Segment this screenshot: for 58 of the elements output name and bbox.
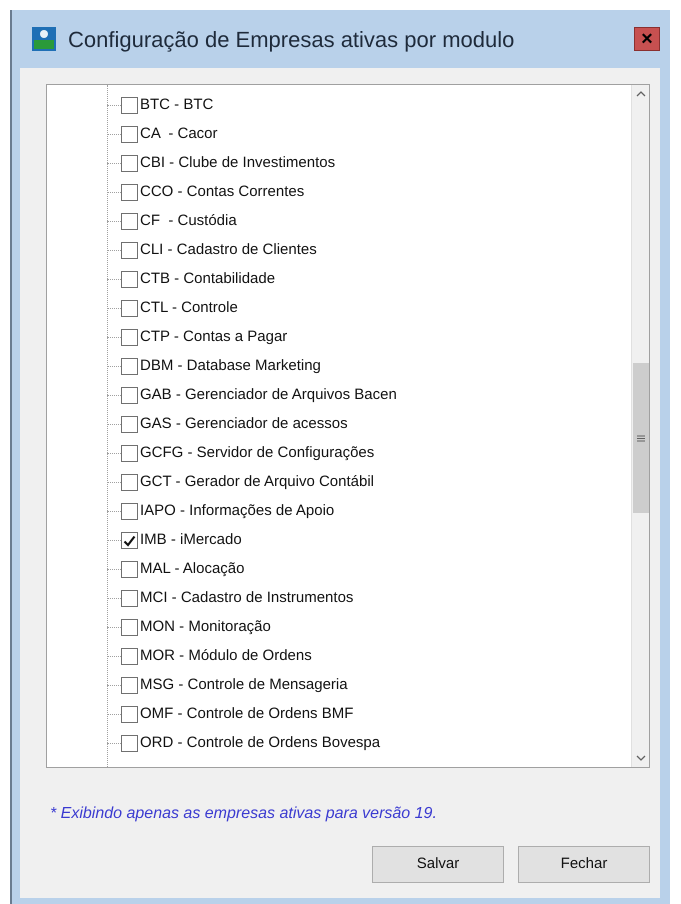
module-label: CCO - Contas Correntes: [140, 182, 304, 202]
app-icon: [32, 27, 56, 51]
module-label: CBI - Clube de Investimentos: [140, 153, 336, 174]
checkbox[interactable]: [121, 184, 138, 201]
scroll-thumb[interactable]: [632, 363, 648, 513]
module-label: MCI - Cadastro de Instrumentos: [140, 588, 354, 608]
module-label: MOR - Módulo de Ordens: [140, 646, 312, 666]
checkbox[interactable]: [121, 445, 138, 462]
window-title: Configuração de Empresas ativas por modulo: [68, 26, 514, 54]
module-label: GCFG - Servidor de Configurações: [140, 443, 374, 464]
module-label: CF - Custódia: [140, 211, 237, 232]
checkmark-icon: [123, 534, 136, 546]
checkbox[interactable]: [121, 474, 138, 491]
checkbox[interactable]: [121, 648, 138, 665]
module-label: CTP - Contas a Pagar: [140, 327, 288, 348]
module-label: GAS - Gerenciador de acessos: [140, 414, 348, 434]
module-label: CLI - Cadastro de Clientes: [140, 240, 317, 260]
save-button[interactable]: Salvar: [372, 846, 504, 883]
checkbox[interactable]: [121, 97, 138, 114]
checkbox[interactable]: [121, 358, 138, 375]
checkbox[interactable]: [121, 735, 138, 752]
grip-icon: [636, 434, 644, 442]
scrollbar[interactable]: [631, 85, 649, 767]
module-label: ORD - Controle de Ordens Bovespa: [140, 733, 380, 754]
module-label: GCT - Gerador de Arquivo Contábil: [140, 472, 374, 492]
module-label: MAL - Alocação: [140, 559, 244, 580]
checkbox[interactable]: [121, 677, 138, 694]
module-label: IAPO - Informações de Apoio: [140, 501, 334, 522]
module-label: IMB - iMercado: [140, 530, 242, 550]
checkbox[interactable]: [121, 561, 138, 578]
scroll-down-icon[interactable]: [636, 755, 646, 761]
module-label: BTC - BTC: [140, 95, 214, 116]
module-label: DBM - Database Marketing: [140, 356, 321, 376]
checkbox[interactable]: [121, 242, 138, 259]
checkbox[interactable]: [121, 532, 138, 549]
checkbox[interactable]: [121, 126, 138, 143]
module-label: OMF - Controle de Ordens BMF: [140, 704, 354, 724]
info-note: * Exibindo apenas as empresas ativas para versão 19.: [50, 804, 438, 824]
close-button[interactable]: ×: [634, 27, 660, 51]
checkbox[interactable]: [121, 503, 138, 520]
checkbox[interactable]: [121, 155, 138, 172]
scroll-up-icon[interactable]: [636, 91, 646, 97]
checkbox[interactable]: [121, 706, 138, 723]
module-label: CA - Cacor: [140, 124, 218, 144]
checkbox[interactable]: [121, 387, 138, 404]
module-label: MON - Monitoração: [140, 617, 271, 638]
checkbox[interactable]: [121, 329, 138, 346]
module-label: MSG - Controle de Mensageria: [140, 675, 348, 696]
checkbox[interactable]: [121, 590, 138, 607]
checkbox[interactable]: [121, 416, 138, 433]
module-label: CTL - Controle: [140, 298, 238, 318]
checkbox[interactable]: [121, 300, 138, 317]
module-label: CTB - Contabilidade: [140, 269, 276, 290]
close-dialog-button[interactable]: Fechar: [518, 846, 650, 883]
checkbox[interactable]: [121, 619, 138, 636]
module-label: GAB - Gerenciador de Arquivos Bacen: [140, 385, 397, 406]
checkbox[interactable]: [121, 213, 138, 230]
checkbox[interactable]: [121, 271, 138, 288]
